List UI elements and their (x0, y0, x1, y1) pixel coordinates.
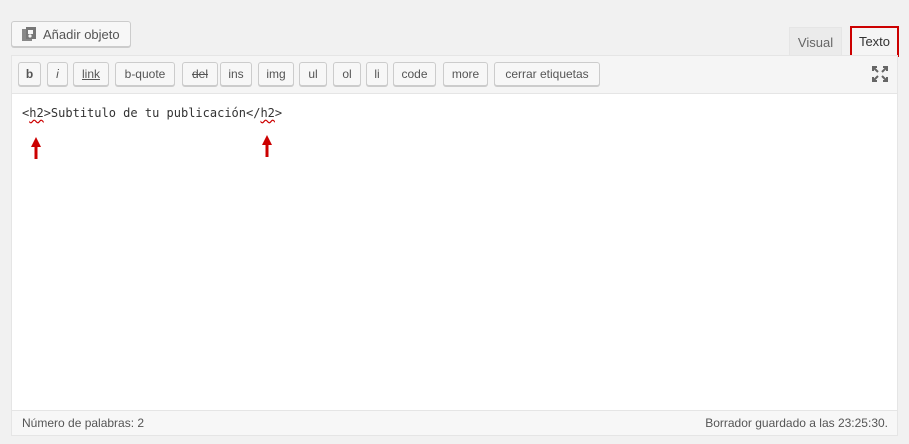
tab-texto[interactable]: Texto (850, 26, 899, 57)
italic-button[interactable]: i (47, 62, 68, 86)
close-tag-name: h2 (260, 106, 275, 120)
more-button[interactable]: more (443, 62, 488, 86)
img-button[interactable]: img (258, 62, 294, 86)
close-tags-button[interactable]: cerrar etiquetas (494, 62, 600, 86)
word-count: Número de palabras: 2 (22, 416, 145, 430)
tab-visual[interactable]: Visual (789, 27, 842, 56)
editor-content[interactable]: <h2>Subtitulo de tu publicación</h2> (22, 106, 282, 120)
add-media-label: Añadir objeto (43, 26, 120, 42)
arrow-up-icon (30, 136, 42, 160)
add-media-icon (21, 26, 37, 42)
arrow-up-icon (261, 134, 273, 158)
fullscreen-icon[interactable] (871, 65, 889, 83)
bquote-button[interactable]: b-quote (115, 62, 175, 86)
link-button[interactable]: link (73, 62, 109, 86)
close-tag-lt: </ (246, 106, 261, 120)
li-button[interactable]: li (366, 62, 388, 86)
bold-button[interactable]: b (18, 62, 41, 86)
close-tag-gt: > (274, 106, 283, 120)
ol-button[interactable]: ol (333, 62, 361, 86)
text-editor: b i link b-quote del ins img ul ol li co… (11, 55, 898, 436)
ul-button[interactable]: ul (299, 62, 327, 86)
draft-saved-status: Borrador guardado a las 23:25:30. (705, 416, 888, 430)
add-media-button[interactable]: Añadir objeto (11, 21, 131, 47)
ins-button[interactable]: ins (220, 62, 252, 86)
quicktags-toolbar: b i link b-quote del ins img ul ol li co… (12, 56, 897, 94)
open-tag-name: h2 (29, 106, 44, 120)
del-button[interactable]: del (182, 62, 218, 86)
subtitle-text: Subtitulo de tu publicación (50, 106, 246, 120)
open-tag-gt: > (43, 106, 51, 120)
code-button[interactable]: code (393, 62, 436, 86)
status-bar: Número de palabras: 2 Borrador guardado … (12, 410, 897, 435)
